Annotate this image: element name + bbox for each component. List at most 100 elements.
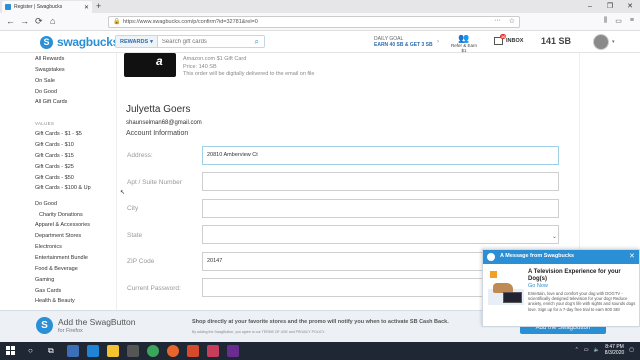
firefox-icon[interactable] xyxy=(167,345,179,357)
url-bar[interactable]: 🔒 https://www.swagbucks.com/p/confirm?id… xyxy=(108,16,520,28)
dogtv-image[interactable] xyxy=(488,269,524,305)
task-view-icon[interactable]: ⧉ xyxy=(48,346,54,356)
notifications-icon[interactable]: ▢ xyxy=(629,347,634,353)
sidebar-item-value[interactable]: Gift Cards - $10 xyxy=(35,142,74,148)
sidebar-item-category[interactable]: Gaming xyxy=(35,277,54,283)
state-select[interactable] xyxy=(202,225,559,244)
hamburger-menu-icon[interactable]: ≡ xyxy=(630,17,634,25)
sidebar-item-category[interactable]: Entertainment Bundle xyxy=(35,255,88,261)
network-icon[interactable]: ▭ xyxy=(584,347,589,353)
bookmark-star-icon[interactable]: ☆ xyxy=(509,17,515,27)
sidebar-item-do-good[interactable]: Do Good xyxy=(35,89,57,95)
gift-card-image xyxy=(124,53,176,77)
state-label: State xyxy=(127,232,143,239)
app-icon[interactable] xyxy=(67,345,79,357)
search-scope-dropdown[interactable]: REWARDS ▾ xyxy=(116,36,158,47)
new-tab-button[interactable]: + xyxy=(96,2,101,11)
sidebar-item-category[interactable]: Do Good xyxy=(35,201,57,207)
volume-icon[interactable]: 🔈 xyxy=(594,347,600,353)
minimize-button[interactable]: – xyxy=(580,0,600,13)
maximize-button[interactable]: ❐ xyxy=(600,0,620,13)
sidebar-item-category[interactable]: Health & Beauty xyxy=(35,298,75,304)
tab-close-icon[interactable]: ✕ xyxy=(84,4,89,11)
search-icon[interactable]: ⌕ xyxy=(255,37,259,47)
reload-icon[interactable]: ⟳ xyxy=(35,16,43,26)
chevron-down-icon: ⌄ xyxy=(552,234,558,240)
chevron-down-icon: ▾ xyxy=(150,38,153,45)
page-actions-icon[interactable]: ··· xyxy=(494,16,501,26)
account-info-heading: Account Information xyxy=(126,130,189,137)
inbox-icon: 10 xyxy=(494,34,507,45)
swagbutton-logo-icon: S xyxy=(36,317,53,334)
popup-body: Entertain, love and comfort your dog wit… xyxy=(528,291,636,312)
dogtv-badge-icon xyxy=(490,271,497,278)
search-scope-label: REWARDS xyxy=(120,38,149,45)
swagbucks-logo-icon: S xyxy=(40,35,53,49)
zip-label: ZIP Code xyxy=(127,258,155,265)
current-password-label: Current Password: xyxy=(127,285,181,292)
close-icon[interactable]: ✕ xyxy=(629,251,635,263)
back-arrow-icon[interactable]: ← xyxy=(6,16,15,26)
chevron-up-icon[interactable]: ⌃ xyxy=(575,347,579,353)
chevron-down-icon[interactable]: ▾ xyxy=(612,39,615,45)
sidebar-item-category[interactable]: Food & Beverage xyxy=(35,266,78,272)
sidebar-icon[interactable]: ▭ xyxy=(615,17,622,25)
city-field[interactable] xyxy=(202,199,559,218)
home-icon[interactable]: ⌂ xyxy=(50,16,55,26)
rewards-sidebar: All Rewards Swagstakes On Sale Do Good A… xyxy=(0,53,116,310)
app-icon[interactable] xyxy=(207,345,219,357)
inbox-button[interactable]: 10 INBOX xyxy=(494,34,524,45)
sidebar-item-on-sale[interactable]: On Sale xyxy=(35,78,55,84)
sidebar-item-value[interactable]: Gift Cards - $25 xyxy=(35,164,74,170)
search-input[interactable] xyxy=(157,38,254,45)
address-field[interactable]: 20810 Amberview Ct xyxy=(202,146,559,165)
sidebar-item-category[interactable]: Department Stores xyxy=(35,233,81,239)
sidebar-item-value[interactable]: Gift Cards - $50 xyxy=(35,175,74,181)
apt-suite-field[interactable] xyxy=(202,172,559,191)
gift-delivery-note: This order will be digitally delivered t… xyxy=(183,71,315,77)
toolbar-right: ⫼ ▭ ≡ xyxy=(604,17,634,25)
gift-card-price: Price: 140 SB xyxy=(183,64,217,70)
tab-title: Register | Swagbucks xyxy=(14,4,63,10)
windows-start-icon[interactable] xyxy=(6,346,16,356)
search-icon[interactable]: ○ xyxy=(28,346,33,356)
store-icon[interactable] xyxy=(127,345,139,357)
popup-header: A Message from Swagbucks ✕ xyxy=(483,250,639,264)
daily-goal[interactable]: DAILY GOAL EARN 40 SB & GET 3 SB xyxy=(374,36,433,48)
windows-taskbar: ○ ⧉ ⌃ ▭ 🔈 8:47 PM 8/3/2020 ▢ xyxy=(0,342,640,360)
browser-tab[interactable]: Register | Swagbucks ✕ xyxy=(2,1,92,13)
city-label: City xyxy=(127,205,139,212)
sidebar-item-value[interactable]: Gift Cards - $100 & Up xyxy=(35,185,91,191)
swagbutton-legal[interactable]: By adding the SwagButton, you agree to o… xyxy=(192,330,325,334)
swagbutton-message: Shop directly at your favorite stores an… xyxy=(192,319,449,325)
edge-icon[interactable] xyxy=(87,345,99,357)
sidebar-item-category[interactable]: Gas Cards xyxy=(35,288,61,294)
library-icon[interactable]: ⫼ xyxy=(604,17,607,25)
sidebar-item-value[interactable]: Gift Cards - $15 xyxy=(35,153,74,159)
go-now-link[interactable]: Go Now xyxy=(528,283,548,289)
sidebar-item-all-gift-cards[interactable]: All Gift Cards xyxy=(35,99,67,105)
sidebar-item-swagstakes[interactable]: Swagstakes xyxy=(35,67,65,73)
swagbucks-logo[interactable]: S swagbucks xyxy=(40,35,119,49)
clock[interactable]: 8:47 PM 8/3/2020 xyxy=(605,344,624,356)
forward-arrow-icon[interactable]: → xyxy=(20,16,29,26)
sidebar-item-category[interactable]: Apparel & Accessories xyxy=(35,222,90,228)
daily-goal-text: EARN 40 SB & GET 3 SB xyxy=(374,42,433,48)
inbox-label: INBOX xyxy=(506,38,524,44)
sb-balance[interactable]: 141 SB xyxy=(541,36,571,46)
account-email: shaunselman68@gmail.com xyxy=(126,120,202,126)
refer-earn-button[interactable]: 👥 Refer & Earn $1 xyxy=(450,34,478,54)
app-icon[interactable] xyxy=(227,345,239,357)
search-box: REWARDS ▾ ⌕ xyxy=(115,35,265,48)
sidebar-item-category[interactable]: Electronics xyxy=(35,244,62,250)
sidebar-item-value[interactable]: Gift Cards - $1 - $5 xyxy=(35,131,82,137)
chrome-icon[interactable] xyxy=(147,345,159,357)
app-icon[interactable] xyxy=(187,345,199,357)
sidebar-item-category[interactable]: Charity Donations xyxy=(39,212,83,218)
site-header: S swagbucks REWARDS ▾ ⌕ DAILY GOAL EARN … xyxy=(0,31,640,53)
browser-tabbar: Register | Swagbucks ✕ + – ❐ ✕ xyxy=(0,0,640,13)
file-explorer-icon[interactable] xyxy=(107,345,119,357)
window-close-button[interactable]: ✕ xyxy=(620,0,640,13)
sidebar-item-all-rewards[interactable]: All Rewards xyxy=(35,56,64,62)
avatar[interactable] xyxy=(593,34,609,50)
